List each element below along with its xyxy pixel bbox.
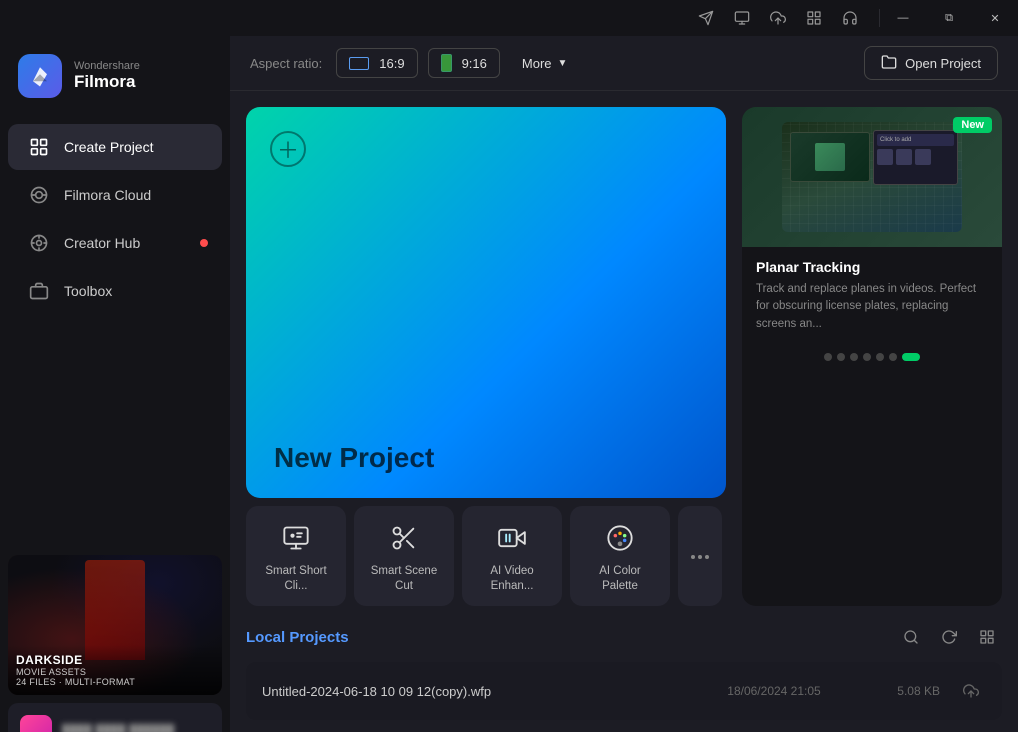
- content-area: ＋ New Project: [230, 91, 1018, 622]
- sidebar-nav: Create Project Filmora Cloud: [0, 116, 230, 322]
- carousel-dot-6[interactable]: [902, 353, 920, 361]
- three-dots-icon: [691, 555, 709, 559]
- add-project-icon: ＋: [270, 131, 306, 167]
- create-project-icon: [28, 136, 50, 158]
- grid-icon[interactable]: [797, 1, 831, 35]
- sidebar-promotions: DARKSIDE MOVIE ASSETS 24 FILES · MULTI-F…: [0, 545, 230, 732]
- aspect-16-9-icon: [349, 57, 369, 70]
- feature-panel: Click to add: [742, 107, 1002, 606]
- tool-smart-scene-cut[interactable]: Smart Scene Cut: [354, 506, 454, 606]
- titlebar-icons: [677, 1, 879, 35]
- local-projects-header: Local Projects: [246, 622, 1002, 652]
- restore-button[interactable]: ⧉: [926, 1, 972, 35]
- project-size: 5.08 KB: [860, 684, 940, 698]
- tool-smart-short-clip[interactable]: Smart Short Cli...: [246, 506, 346, 606]
- tool-label: Smart Short Cli...: [256, 564, 336, 594]
- carousel-dot-0[interactable]: [824, 353, 832, 361]
- upload-project-button[interactable]: [956, 676, 986, 706]
- notification-dot: [200, 239, 208, 247]
- folder-icon: [881, 54, 897, 73]
- minimize-button[interactable]: —: [880, 1, 926, 35]
- sidebar: Wondershare Filmora Create Project: [0, 36, 230, 732]
- view-toggle-button[interactable]: [972, 622, 1002, 652]
- more-label: More: [522, 56, 552, 71]
- more-button[interactable]: More ▼: [510, 48, 580, 78]
- close-button[interactable]: ✕: [972, 1, 1018, 35]
- aspect-9-16-label: 9:16: [462, 56, 487, 71]
- promo-sub2: 24 FILES · MULTI-FORMAT: [16, 677, 214, 687]
- sidebar-item-creator-hub[interactable]: Creator Hub: [8, 220, 222, 266]
- more-tools-button[interactable]: [678, 506, 722, 606]
- logo-brand: Wondershare: [74, 60, 140, 72]
- tool-ai-color-palette[interactable]: AI Color Palette: [570, 506, 670, 606]
- promo-thumb-2[interactable]: ████ ████ ██████: [8, 703, 222, 732]
- project-date: 18/06/2024 21:05: [704, 684, 844, 698]
- local-projects-section: Local Projects: [230, 622, 1018, 732]
- tool-ai-video-enhance[interactable]: AI Video Enhan...: [462, 506, 562, 606]
- logo-name: Filmora: [74, 72, 140, 92]
- creator-hub-icon: [28, 232, 50, 254]
- sidebar-item-label: Filmora Cloud: [64, 187, 151, 203]
- table-row[interactable]: Untitled-2024-06-18 10 09 12(copy).wfp 1…: [246, 662, 1002, 720]
- smart-scene-cut-icon: [386, 520, 422, 556]
- feature-carousel-dots: [742, 345, 1002, 373]
- carousel-dot-2[interactable]: [850, 353, 858, 361]
- app-logo: Wondershare Filmora: [0, 36, 230, 116]
- project-list: Untitled-2024-06-18 10 09 12(copy).wfp 1…: [246, 662, 1002, 720]
- local-projects-actions: [896, 622, 1002, 652]
- promo-title: DARKSIDE: [16, 653, 214, 667]
- cloud-upload-icon[interactable]: [761, 1, 795, 35]
- logo-icon: [18, 54, 62, 98]
- promo-thumb-1[interactable]: DARKSIDE MOVIE ASSETS 24 FILES · MULTI-F…: [8, 555, 222, 695]
- new-project-label: New Project: [274, 442, 698, 474]
- carousel-dot-3[interactable]: [863, 353, 871, 361]
- carousel-dot-4[interactable]: [876, 353, 884, 361]
- tool-label: AI Video Enhan...: [472, 564, 552, 594]
- sidebar-item-create-project[interactable]: Create Project: [8, 124, 222, 170]
- ai-video-enhance-icon: [494, 520, 530, 556]
- project-filename: Untitled-2024-06-18 10 09 12(copy).wfp: [262, 684, 688, 699]
- open-project-button[interactable]: Open Project: [864, 46, 998, 80]
- promo-subtitle: MOVIE ASSETS: [16, 667, 214, 677]
- share-icon[interactable]: [689, 1, 723, 35]
- filmora-cloud-icon: [28, 184, 50, 206]
- aspect-16-9-button[interactable]: 16:9: [336, 48, 417, 78]
- main-content: Aspect ratio: 16:9 9:16 More ▼: [230, 36, 1018, 732]
- promo-text-2: ████ ████ ██████: [62, 725, 175, 732]
- tool-label: AI Color Palette: [580, 564, 660, 594]
- sidebar-item-toolbox[interactable]: Toolbox: [8, 268, 222, 314]
- aspect-9-16-button[interactable]: 9:16: [428, 48, 500, 78]
- promo-icon-2: [20, 715, 52, 732]
- headset-icon[interactable]: [833, 1, 867, 35]
- refresh-projects-button[interactable]: [934, 622, 964, 652]
- aspect-ratio-bar: Aspect ratio: 16:9 9:16 More ▼: [230, 36, 1018, 91]
- sidebar-item-label: Create Project: [64, 139, 153, 155]
- feature-image: Click to add: [742, 107, 1002, 247]
- carousel-dot-5[interactable]: [889, 353, 897, 361]
- logo-text: Wondershare Filmora: [74, 60, 140, 92]
- open-project-label: Open Project: [905, 56, 981, 71]
- feature-new-badge: New: [953, 117, 992, 133]
- carousel-dot-1[interactable]: [837, 353, 845, 361]
- tools-strip: Smart Short Cli... Smart S: [246, 506, 726, 606]
- search-projects-button[interactable]: [896, 622, 926, 652]
- sidebar-item-label: Creator Hub: [64, 235, 140, 251]
- tool-label: Smart Scene Cut: [364, 564, 444, 594]
- local-projects-title: Local Projects: [246, 629, 349, 646]
- ai-color-palette-icon: [602, 520, 638, 556]
- titlebar: — ⧉ ✕: [0, 0, 1018, 36]
- smart-short-clip-icon: [278, 520, 314, 556]
- monitor-icon[interactable]: [725, 1, 759, 35]
- feature-description: Track and replace planes in videos. Perf…: [756, 281, 988, 333]
- chevron-down-icon: ▼: [558, 58, 568, 69]
- feature-title: Planar Tracking: [756, 259, 988, 275]
- new-project-card[interactable]: ＋ New Project: [246, 107, 726, 498]
- feature-info: Planar Tracking Track and replace planes…: [742, 247, 1002, 345]
- sidebar-item-label: Toolbox: [64, 283, 112, 299]
- aspect-ratio-label: Aspect ratio:: [250, 56, 322, 71]
- aspect-16-9-label: 16:9: [379, 56, 404, 71]
- aspect-9-16-icon: [441, 54, 452, 72]
- toolbox-icon: [28, 280, 50, 302]
- sidebar-item-filmora-cloud[interactable]: Filmora Cloud: [8, 172, 222, 218]
